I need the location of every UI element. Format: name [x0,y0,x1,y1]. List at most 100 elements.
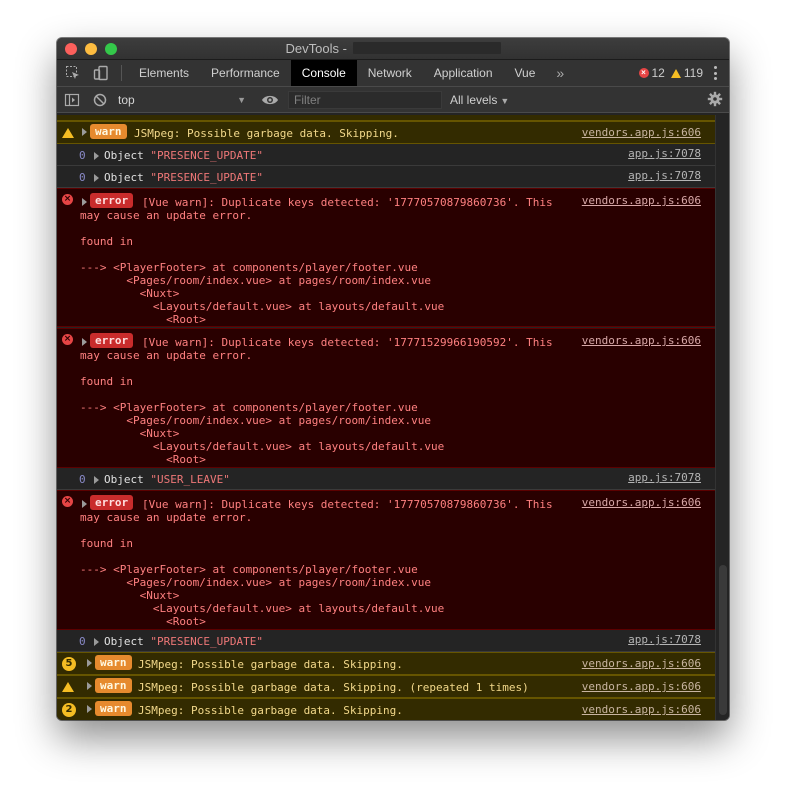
inspect-element-button[interactable] [59,60,87,86]
repeat-count-badge: 5 [62,657,76,671]
log-level-zero: 0 [79,149,86,162]
devtools-window: DevTools - Elements Performance Console … [57,38,729,720]
source-link[interactable]: vendors.app.js:606 [582,334,701,347]
console-message-error[interactable]: × error [Vue warn]: Duplicate keys detec… [57,328,715,468]
message-text: Object "PRESENCE_UPDATE" [104,171,263,184]
warning-icon [62,681,74,693]
chevron-down-icon: ▼ [237,94,246,105]
source-link[interactable]: vendors.app.js:606 [582,680,701,693]
error-icon: × [62,194,73,205]
message-text: JSMpeg: Possible garbage data. Skipping. [138,704,403,717]
tab-divider [121,65,122,81]
scrollbar-thumb[interactable] [719,565,727,715]
console-message-warning[interactable]: 5 warn JSMpeg: Possible garbage data. Sk… [57,652,715,675]
error-count-icon: × [638,68,649,78]
context-selector[interactable]: top ▼ [114,90,250,110]
console-message-log[interactable]: 0 Object "PRESENCE_UPDATE" app.js:7078 [57,166,715,188]
sidebar-toggle-icon [64,93,80,106]
warning-count: 119 [683,66,703,80]
log-level-zero: 0 [79,473,86,486]
warn-badge: warn [90,124,127,139]
source-link[interactable]: app.js:7078 [628,471,701,484]
filter-input[interactable] [288,90,442,109]
object-string: "PRESENCE_UPDATE" [150,171,263,184]
device-toolbar-button[interactable] [87,60,115,86]
message-text: [Vue warn]: Duplicate keys detected: '17… [80,336,553,466]
repeat-count-badge: 2 [62,703,76,717]
expand-triangle-icon[interactable] [94,638,99,646]
message-text: JSMpeg: Possible garbage data. Skipping. [134,127,399,140]
tab-elements[interactable]: Elements [128,60,200,86]
source-link[interactable]: vendors.app.js:606 [582,194,701,207]
panel-tab-bar: Elements Performance Console Network App… [57,60,729,87]
expand-triangle-icon[interactable] [94,174,99,182]
context-selector-value: top [118,92,135,107]
console-message-warning[interactable]: 2 warn JSMpeg: Possible garbage data. Sk… [57,698,715,720]
console-settings-button[interactable] [707,91,723,112]
device-mobile-icon [93,65,108,81]
redacted-title-block [352,42,501,54]
clear-console-button[interactable] [86,87,114,113]
console-message-log[interactable]: 0 Object "PRESENCE_UPDATE" app.js:7078 [57,630,715,652]
log-levels-dropdown[interactable]: All levels ▼ [450,93,509,107]
source-link[interactable]: vendors.app.js:606 [582,703,701,716]
log-levels-value: All levels [450,92,498,107]
object-string: "PRESENCE_UPDATE" [150,635,263,648]
message-text: Object "USER_LEAVE" [104,473,230,486]
tab-vue[interactable]: Vue [504,60,547,86]
warn-badge: warn [95,678,132,693]
message-text: Object "PRESENCE_UPDATE" [104,635,263,648]
warning-icon [62,127,74,139]
object-string: "PRESENCE_UPDATE" [150,149,263,162]
error-icon: × [62,334,73,345]
object-string: "USER_LEAVE" [150,473,230,486]
console-toolbar: top ▼ All levels▼ [57,87,729,113]
console-message-error[interactable]: × error [Vue warn]: Duplicate keys detec… [57,188,715,327]
source-link[interactable]: app.js:7078 [628,147,701,160]
expand-triangle-icon[interactable] [87,659,92,667]
console-message-log[interactable]: 0 Object "USER_LEAVE" app.js:7078 [57,468,715,490]
console-message-log[interactable]: 0 Object "PRESENCE_UPDATE" app.js:7078 [57,144,715,166]
source-link[interactable]: vendors.app.js:606 [582,126,701,139]
warn-badge: warn [95,701,132,716]
expand-triangle-icon[interactable] [87,705,92,713]
source-link[interactable]: vendors.app.js:606 [582,657,701,670]
clear-console-icon [93,93,107,106]
log-level-zero: 0 [79,171,86,184]
repeat-count: 2 [62,703,76,717]
expand-triangle-icon[interactable] [87,682,92,690]
warn-badge: warn [95,655,132,670]
message-text: [Vue warn]: Duplicate keys detected: '17… [80,498,553,628]
source-link[interactable]: app.js:7078 [628,633,701,646]
message-text: JSMpeg: Possible garbage data. Skipping. [138,658,403,671]
expand-triangle-icon[interactable] [94,152,99,160]
live-expression-button[interactable] [256,87,284,113]
object-label: Object [104,149,151,162]
source-link[interactable]: app.js:7078 [628,169,701,182]
tab-performance[interactable]: Performance [200,60,291,86]
source-link[interactable]: vendors.app.js:606 [582,496,701,509]
window-title: DevTools - [57,42,729,56]
console-message-warning[interactable]: warn JSMpeg: Possible garbage data. Skip… [57,675,715,698]
message-text: Object "PRESENCE_UPDATE" [104,149,263,162]
customize-menu-icon[interactable] [709,66,721,80]
eye-icon [262,95,278,104]
expand-triangle-icon[interactable] [82,128,87,136]
tab-network[interactable]: Network [357,60,423,86]
tab-application[interactable]: Application [423,60,504,86]
inspect-cursor-icon [66,66,79,79]
console-message-warning[interactable]: warn JSMpeg: Possible garbage data. Skip… [57,121,715,144]
object-label: Object [104,171,151,184]
more-tabs-button[interactable]: » [546,65,574,81]
console-scrollbar[interactable] [715,115,729,720]
warning-count-icon [670,68,681,78]
console-messages[interactable]: warn JSMpeg: Possible garbage data. Skip… [57,115,729,720]
show-sidebar-button[interactable] [58,87,86,113]
gear-icon [707,91,723,107]
log-level-zero: 0 [79,635,86,648]
tab-console[interactable]: Console [290,60,357,86]
issue-counts[interactable]: × 12 119 [638,66,703,80]
expand-triangle-icon[interactable] [94,476,99,484]
console-message-error[interactable]: × error [Vue warn]: Duplicate keys detec… [57,490,715,630]
chevron-down-icon: ▼ [500,95,510,106]
